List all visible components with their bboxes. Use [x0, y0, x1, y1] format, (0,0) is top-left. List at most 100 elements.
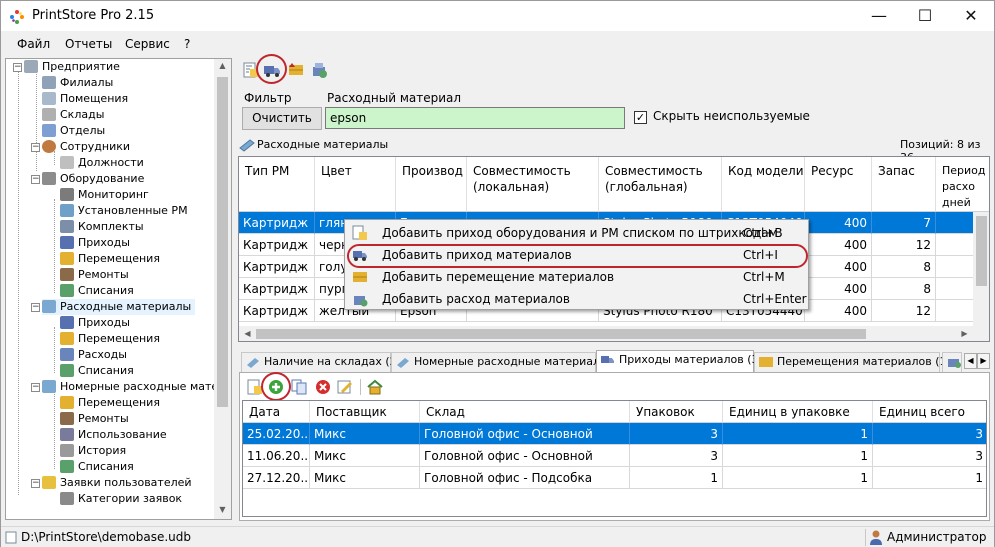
col-header-warehouse[interactable]: Склад	[420, 401, 630, 423]
ctx-item-label: Добавить перемещение материалов	[382, 270, 615, 284]
col-header-period[interactable]: Период расхо дней	[936, 157, 989, 212]
tree-item-installed-cartridges[interactable]: Установленные РМ	[60, 203, 188, 219]
home-warehouse-icon[interactable]	[366, 378, 384, 396]
tree-item-consumables[interactable]: Расходные материалы	[42, 299, 196, 315]
tree-expander-consumables[interactable]: −	[31, 303, 40, 312]
tree-item-equipment-receipts[interactable]: Приходы	[60, 235, 130, 251]
consumables-hscroll[interactable]: ◀ ▶	[239, 326, 989, 341]
col-header-units-per-pack[interactable]: Единиц в упаковке	[723, 401, 873, 423]
ctx-add-material-move[interactable]: Добавить перемещение материалов Ctrl+M	[347, 266, 806, 288]
tree-item-label: Ремонты	[78, 412, 129, 425]
col-header-stock[interactable]: Запас	[872, 157, 936, 212]
tree-item-numbered-writeoffs[interactable]: Списания	[60, 459, 134, 475]
tree-item-monitoring[interactable]: Мониторинг	[60, 187, 149, 203]
table-row[interactable]: 11.06.20... Микс Головной офис - Основной 3…	[243, 445, 986, 467]
col-header-compat-global[interactable]: Совместимость (глобальная)	[599, 157, 722, 212]
edit-icon[interactable]	[336, 378, 354, 396]
move-materials-icon[interactable]	[287, 61, 305, 79]
material-filter-input[interactable]: epson	[325, 107, 625, 129]
tree-item-kits[interactable]: Комплекты	[60, 219, 144, 235]
tree-scrollbar[interactable]: ▲ ▼	[214, 59, 231, 519]
delete-icon[interactable]	[314, 378, 332, 396]
tree-item-equipment-writeoffs[interactable]: Списания	[60, 283, 134, 299]
col-header-manufacturer[interactable]: Производ	[396, 157, 467, 212]
col-header-type[interactable]: Тип РМ	[239, 157, 315, 212]
tree-item-numbered-moves[interactable]: Перемещения	[60, 395, 160, 411]
tree-expander-enterprise[interactable]: −	[13, 63, 22, 72]
tree-item-numbered-repairs[interactable]: Ремонты	[60, 411, 129, 427]
tree-item-consumable-expenses[interactable]: Расходы	[60, 347, 127, 363]
ctx-add-barcode-receipt[interactable]: Добавить приход оборудования и РМ списко…	[347, 222, 806, 244]
tab-scroll-left-icon[interactable]: ◀	[964, 353, 977, 369]
expense-materials-icon[interactable]	[310, 61, 328, 79]
col-header-date[interactable]: Дата	[243, 401, 310, 423]
menu-help[interactable]: ?	[184, 37, 190, 51]
close-button[interactable]: ✕	[948, 1, 994, 31]
tree-item-branches[interactable]: Филиалы	[42, 75, 113, 91]
table-row[interactable]: 27.12.20... Микс Головной офис - Подсобка 1…	[243, 467, 986, 489]
consumables-vscroll[interactable]	[973, 212, 989, 326]
tree-item-enterprise[interactable]: Предприятие	[24, 59, 120, 75]
positions-icon	[60, 156, 74, 169]
title-bar[interactable]: PrintStore Pro 2.15 — ☐ ✕	[1, 1, 994, 31]
tab-scroll-right-icon[interactable]: ▶	[977, 353, 990, 369]
tree-scroll-thumb[interactable]	[217, 77, 228, 407]
tree-expander-requests[interactable]: −	[31, 479, 40, 488]
tree-item-history[interactable]: История	[60, 443, 126, 459]
scroll-right-icon[interactable]: ▶	[956, 329, 973, 338]
col-header-packages[interactable]: Упаковок	[630, 401, 723, 423]
clear-filter-button[interactable]: Очистить	[242, 107, 322, 130]
tree-item-repairs[interactable]: Ремонты	[60, 267, 129, 283]
maximize-button[interactable]: ☐	[902, 1, 948, 31]
tree-item-employees[interactable]: Сотрудники	[42, 139, 130, 155]
receipts-grid[interactable]: Дата Поставщик Склад Упаковок Единиц в у…	[242, 400, 987, 517]
scroll-left-icon[interactable]: ◀	[239, 329, 256, 338]
scroll-up-icon[interactable]: ▲	[214, 61, 231, 70]
tree-expander-numbered[interactable]: −	[31, 383, 40, 392]
tab-moves[interactable]: Перемещения материалов (1)	[754, 352, 951, 372]
col-header-model-code[interactable]: Код модели	[722, 157, 805, 212]
menu-reports[interactable]: Отчеты	[65, 37, 112, 51]
hide-unused-label: Скрыть неиспользуемые	[653, 109, 810, 123]
tree-item-departments[interactable]: Отделы	[42, 123, 105, 139]
tab-overflow[interactable]	[942, 352, 962, 372]
table-row[interactable]: 25.02.20... Микс Головной офис - Основной 3…	[243, 423, 986, 445]
ctx-add-material-expense[interactable]: Добавить расход материалов Ctrl+Enter	[347, 288, 807, 310]
hide-unused-checkbox[interactable]: ✓	[634, 111, 647, 124]
tree-item-label: Перемещения	[78, 332, 160, 345]
tree-item-numbered-consumables[interactable]: Номерные расходные матер	[42, 379, 225, 395]
col-header-compat-local[interactable]: Совместимость (локальная)	[467, 157, 599, 212]
consumables-hscroll-thumb[interactable]	[256, 329, 866, 339]
scroll-down-icon[interactable]: ▼	[214, 505, 231, 514]
tree-item-request-categories[interactable]: Категории заявок	[60, 491, 182, 507]
col-header-units-total[interactable]: Единиц всего	[873, 401, 986, 423]
tree-expander-employees[interactable]: −	[31, 143, 40, 152]
tree-item-consumable-receipts[interactable]: Приходы	[60, 315, 130, 331]
context-menu: Добавить приход оборудования и РМ списко…	[344, 219, 809, 310]
navigation-tree[interactable]: − − − − − − Предприятие Филиалы Помещени…	[5, 58, 232, 520]
col-header-resource[interactable]: Ресурс	[805, 157, 872, 212]
consumables-vscroll-thumb[interactable]	[976, 216, 987, 286]
tab-stock[interactable]: Наличие на складах (2)	[241, 352, 401, 372]
tab-numbered[interactable]: Номерные расходные материалы	[391, 352, 609, 372]
col-header-color[interactable]: Цвет	[315, 157, 396, 212]
tree-item-consumable-moves[interactable]: Перемещения	[60, 331, 160, 347]
tree-expander-equipment[interactable]: −	[31, 175, 40, 184]
tree-item-usage[interactable]: Использование	[60, 427, 167, 443]
copy-icon[interactable]	[290, 378, 308, 396]
tree-item-positions[interactable]: Должности	[60, 155, 144, 171]
menu-file[interactable]: Файл	[17, 37, 50, 51]
tree-item-equipment-moves[interactable]: Перемещения	[60, 251, 160, 267]
tree-item-consumable-writeoffs[interactable]: Списания	[60, 363, 134, 379]
col-header-supplier[interactable]: Поставщик	[310, 401, 420, 423]
tab-receipts[interactable]: Приходы материалов (3)	[596, 350, 763, 373]
minimize-button[interactable]: —	[856, 1, 902, 31]
tree-item-user-requests[interactable]: Заявки пользователей	[42, 475, 192, 491]
tree-item-equipment[interactable]: Оборудование	[42, 171, 144, 187]
tab-label: Приходы материалов (3)	[619, 353, 763, 366]
menu-service[interactable]: Сервис	[125, 37, 170, 51]
tree-item-rooms[interactable]: Помещения	[42, 91, 128, 107]
ctx-add-material-receipt[interactable]: Добавить приход материалов Ctrl+I	[347, 244, 808, 268]
tree-item-warehouses[interactable]: Склады	[42, 107, 104, 123]
table-cell: 400	[805, 212, 872, 234]
